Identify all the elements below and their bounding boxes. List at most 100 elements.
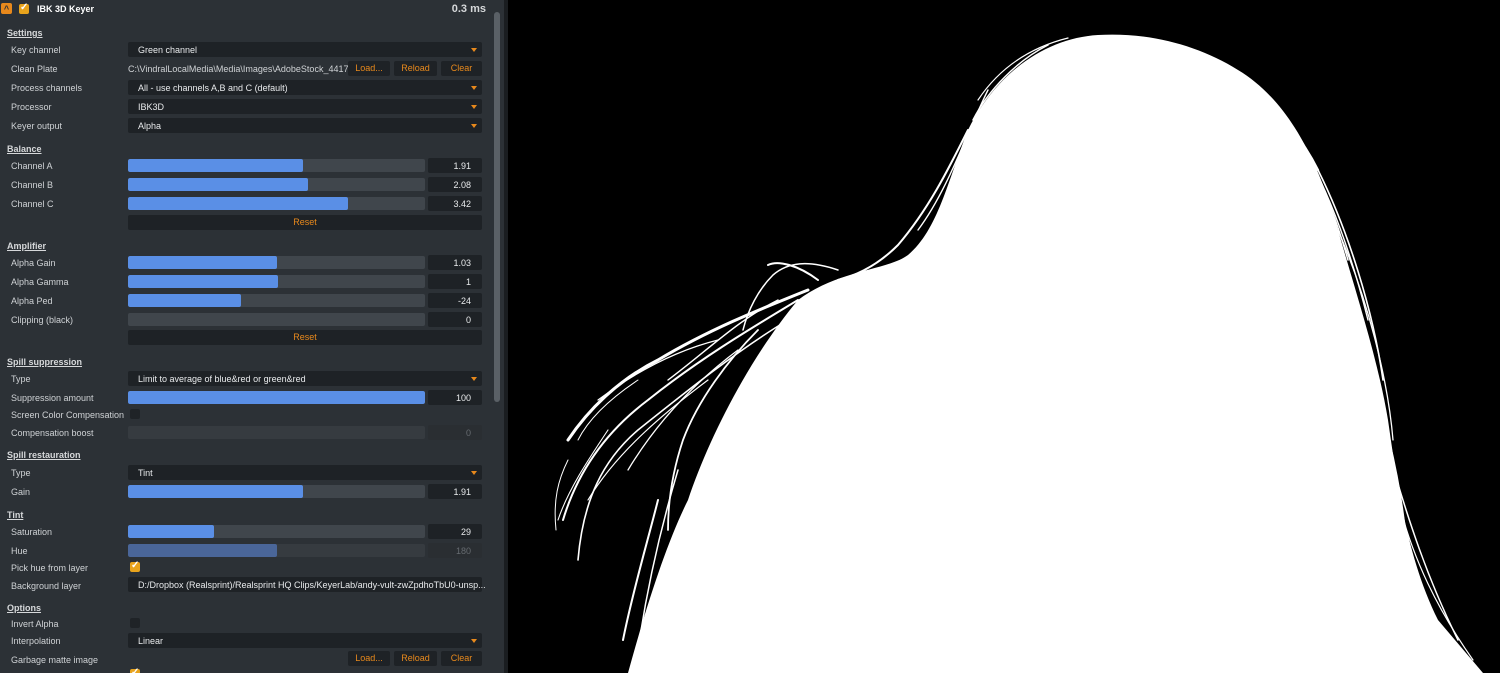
collapse-icon[interactable]: ^ <box>1 3 12 14</box>
process-channels-dropdown[interactable]: All - use channels A,B and C (default) <box>128 80 482 95</box>
hue-input[interactable]: 180 <box>428 543 482 558</box>
alpha-gain-label: Alpha Gain <box>11 258 56 268</box>
invert-alpha-checkbox[interactable] <box>130 618 140 628</box>
section-spill-suppression[interactable]: Spill suppression <box>7 357 82 367</box>
alpha-matte-viewport[interactable] <box>508 0 1500 673</box>
slider-fill <box>128 178 308 191</box>
slider-fill <box>128 275 278 288</box>
section-amplifier[interactable]: Amplifier <box>7 241 46 251</box>
node-enable-checkbox[interactable] <box>19 2 29 14</box>
interpolation-dropdown[interactable]: Linear <box>128 633 482 648</box>
channel-c-input[interactable]: 3.42 <box>428 196 482 211</box>
alpha-gain-input[interactable]: 1.03 <box>428 255 482 270</box>
saturation-input[interactable]: 29 <box>428 524 482 539</box>
compensation-boost-label: Compensation boost <box>11 428 94 438</box>
next-option-checkbox[interactable] <box>130 667 140 673</box>
channel-b-value: 2.08 <box>453 180 471 190</box>
restoration-type-dropdown[interactable]: Tint <box>128 465 482 480</box>
slider-fill <box>128 159 304 172</box>
clean-plate-load-button[interactable]: Load... <box>348 61 390 76</box>
process-channels-label: Process channels <box>11 83 83 93</box>
section-settings[interactable]: Settings <box>7 28 43 38</box>
compensation-boost-input[interactable]: 0 <box>428 425 482 440</box>
suppression-amount-slider[interactable] <box>128 391 425 404</box>
saturation-slider[interactable] <box>128 525 425 538</box>
suppression-amount-label: Suppression amount <box>11 393 94 403</box>
hue-slider[interactable] <box>128 544 425 557</box>
suppression-amount-input[interactable]: 100 <box>428 390 482 405</box>
chevron-down-icon <box>471 48 477 52</box>
section-balance[interactable]: Balance <box>7 144 42 154</box>
chevron-down-icon <box>471 86 477 90</box>
processor-value: IBK3D <box>138 102 165 112</box>
channel-a-label: Channel A <box>11 161 53 171</box>
key-channel-label: Key channel <box>11 45 61 55</box>
channel-a-slider[interactable] <box>128 159 425 172</box>
interpolation-value: Linear <box>138 636 164 646</box>
alpha-gamma-slider[interactable] <box>128 275 425 288</box>
alpha-gain-slider[interactable] <box>128 256 425 269</box>
spill-type-value: Limit to average of blue&red or green&re… <box>138 374 306 384</box>
hue-label: Hue <box>11 546 28 556</box>
node-title-bar: ^ IBK 3D Keyer 0.3 ms <box>0 0 492 19</box>
keyer-output-label: Keyer output <box>11 121 63 131</box>
restoration-gain-label: Gain <box>11 487 31 497</box>
background-layer-field[interactable]: D:/Dropbox (Realsprint)/Realsprint HQ Cl… <box>128 577 486 592</box>
restoration-gain-input[interactable]: 1.91 <box>428 484 482 499</box>
compensation-boost-slider[interactable] <box>128 426 425 439</box>
section-spill-restoration[interactable]: Spill restauration <box>7 450 81 460</box>
alpha-ped-input[interactable]: -24 <box>428 293 482 308</box>
channel-b-input[interactable]: 2.08 <box>428 177 482 192</box>
alpha-gamma-input[interactable]: 1 <box>428 274 482 289</box>
garbage-matte-reload-button[interactable]: Reload <box>394 651 437 666</box>
clipping-black-slider[interactable] <box>128 313 425 326</box>
restoration-type-label: Type <box>11 468 31 478</box>
slider-fill <box>128 485 304 498</box>
processor-dropdown[interactable]: IBK3D <box>128 99 482 114</box>
node-timing: 0.3 ms <box>451 3 486 15</box>
screen-color-compensation-label: Screen Color Compensation <box>11 410 125 420</box>
keyer-output-dropdown[interactable]: Alpha <box>128 118 482 133</box>
channel-a-input[interactable]: 1.91 <box>428 158 482 173</box>
amplifier-reset-button[interactable]: Reset <box>128 330 482 345</box>
alpha-gamma-value: 1 <box>465 277 471 287</box>
alpha-matte-image <box>508 0 1500 673</box>
compensation-boost-value: 0 <box>465 428 471 438</box>
spill-type-dropdown[interactable]: Limit to average of blue&red or green&re… <box>128 371 482 386</box>
channel-b-slider[interactable] <box>128 178 425 191</box>
clean-plate-reload-button[interactable]: Reload <box>394 61 437 76</box>
slider-fill <box>128 544 277 557</box>
keyer-output-value: Alpha <box>138 121 162 131</box>
chevron-down-icon <box>471 639 477 643</box>
clipping-black-value: 0 <box>465 315 471 325</box>
garbage-matte-clear-button[interactable]: Clear <box>441 651 482 666</box>
key-channel-dropdown[interactable]: Green channel <box>128 42 482 57</box>
hue-value: 180 <box>455 546 471 556</box>
balance-reset-button[interactable]: Reset <box>128 215 482 230</box>
chevron-down-icon <box>471 377 477 381</box>
channel-a-value: 1.91 <box>453 161 471 171</box>
alpha-ped-label: Alpha Ped <box>11 296 53 306</box>
screen-color-compensation-checkbox[interactable] <box>130 409 140 419</box>
clean-plate-path: C:\VindralLocalMedia\Media\Images\AdobeS… <box>128 64 356 74</box>
channel-c-label: Channel C <box>11 199 54 209</box>
clipping-black-input[interactable]: 0 <box>428 312 482 327</box>
section-options[interactable]: Options <box>7 603 41 613</box>
slider-fill <box>128 197 348 210</box>
key-channel-value: Green channel <box>138 45 198 55</box>
clipping-black-label: Clipping (black) <box>11 315 74 325</box>
restoration-gain-value: 1.91 <box>453 487 471 497</box>
pick-hue-checkbox[interactable] <box>130 560 140 572</box>
restoration-gain-slider[interactable] <box>128 485 425 498</box>
garbage-matte-load-button[interactable]: Load... <box>348 651 390 666</box>
channel-c-slider[interactable] <box>128 197 425 210</box>
process-channels-value: All - use channels A,B and C (default) <box>138 83 288 93</box>
slider-fill <box>128 525 215 538</box>
section-tint[interactable]: Tint <box>7 510 23 520</box>
alpha-ped-slider[interactable] <box>128 294 425 307</box>
saturation-label: Saturation <box>11 527 53 537</box>
panel-scrollbar[interactable] <box>494 12 500 402</box>
chevron-down-icon <box>471 124 477 128</box>
clean-plate-clear-button[interactable]: Clear <box>441 61 482 76</box>
channel-b-label: Channel B <box>11 180 54 190</box>
